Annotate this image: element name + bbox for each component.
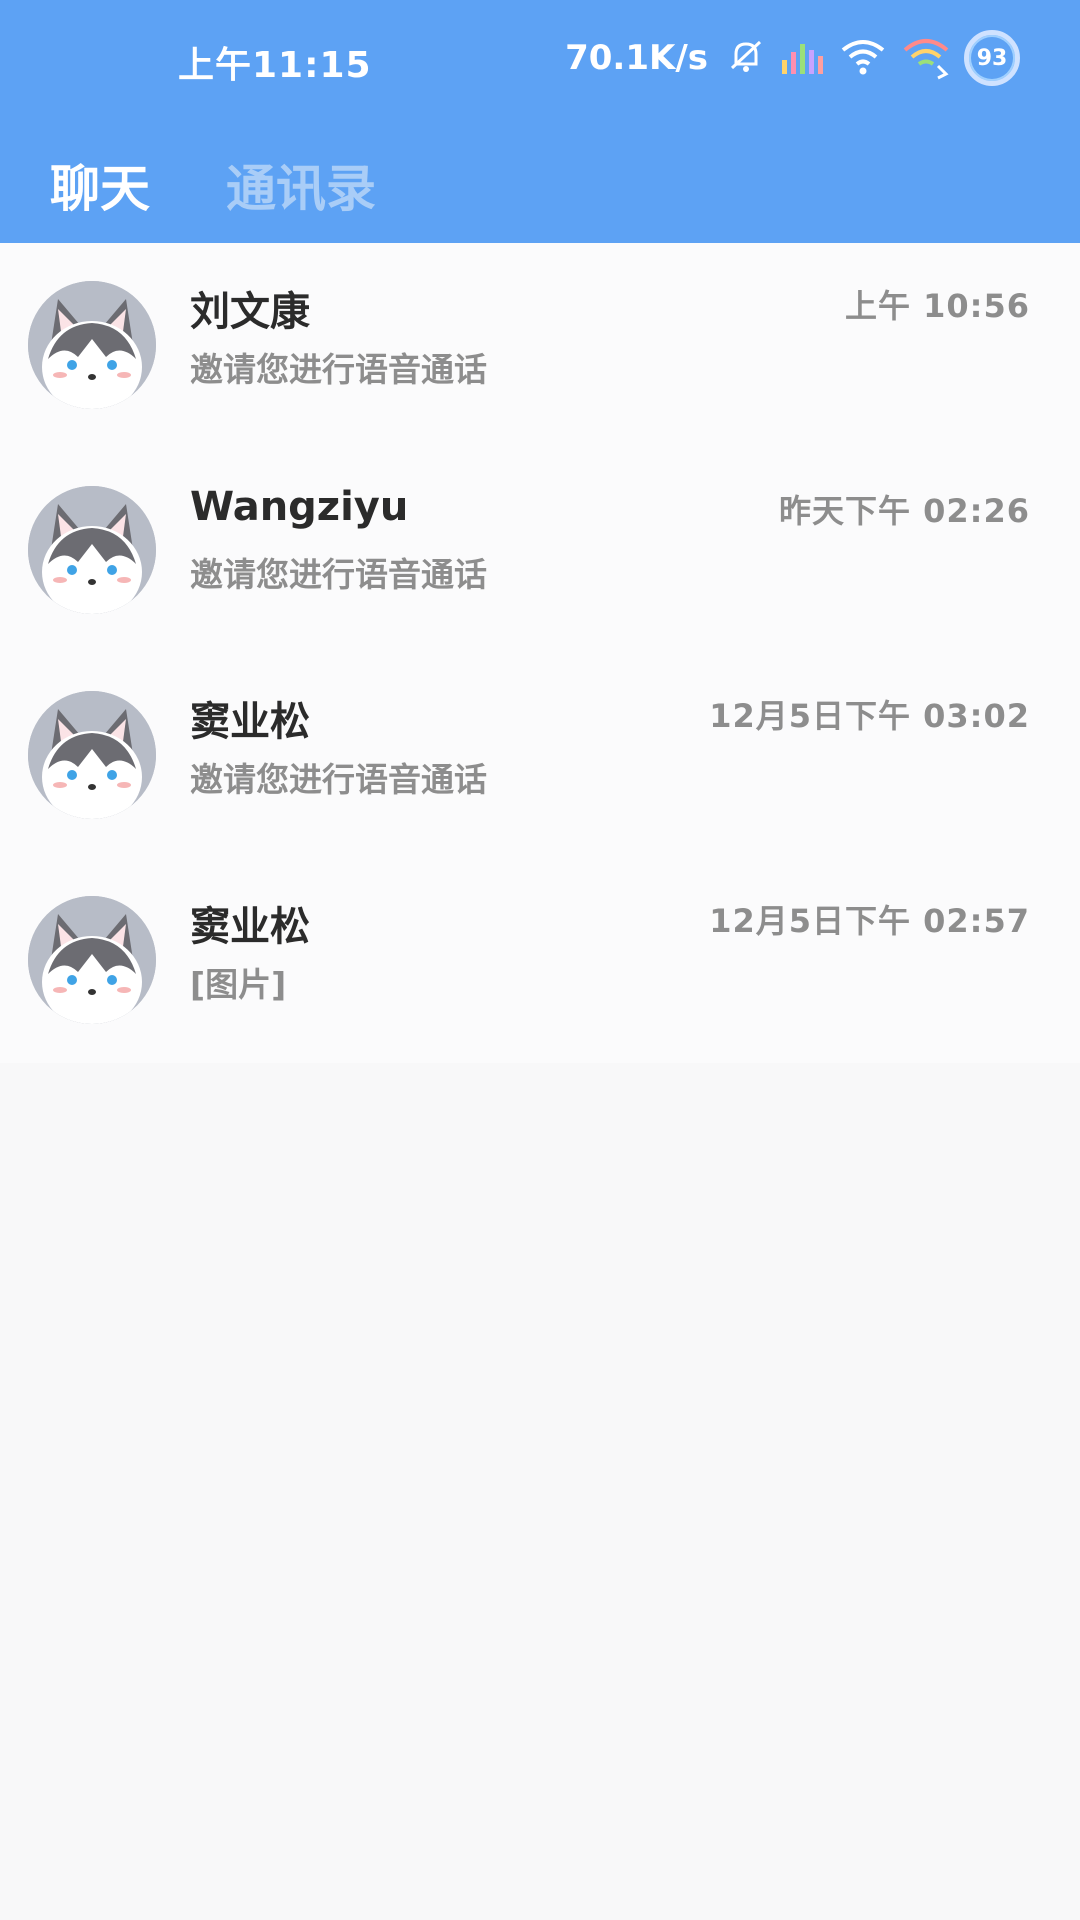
chat-timestamp: 12月5日下午 03:02 (709, 697, 1030, 735)
husky-avatar-icon (28, 281, 156, 409)
husky-avatar-icon (28, 896, 156, 1024)
chat-list-item[interactable]: 窦业松 [图片] 12月5日下午 02:57 (0, 858, 1080, 1063)
chat-timestamp: 上午 10:56 (844, 287, 1030, 325)
husky-avatar-icon (28, 691, 156, 819)
status-bar: 上午11:15 70.1K/s 93 (0, 0, 1080, 118)
chat-message-preview: [图片] (190, 965, 287, 1004)
chat-message-preview: 邀请您进行语音通话 (190, 350, 487, 389)
chat-contact-name: 刘文康 (190, 289, 310, 335)
chat-timestamp: 昨天下午 02:26 (778, 492, 1030, 530)
chat-list-item[interactable]: Wangziyu 邀请您进行语音通话 昨天下午 02:26 (0, 448, 1080, 653)
battery-indicator: 93 (964, 30, 1020, 86)
tab-chat[interactable]: 聊天 (50, 149, 150, 221)
chat-list-item[interactable]: 窦业松 邀请您进行语音通话 12月5日下午 03:02 (0, 653, 1080, 858)
wifi-icon (838, 34, 888, 82)
chat-contact-name: 窦业松 (190, 699, 310, 745)
tab-contacts[interactable]: 通讯录 (226, 149, 376, 221)
wifi-hotspot-icon (900, 32, 952, 84)
mute-bell-icon (724, 34, 768, 82)
husky-avatar-icon (28, 486, 156, 614)
chat-list: 刘文康 邀请您进行语音通话 上午 10:56 Wangziyu 邀请您进行语音通… (0, 243, 1080, 1063)
status-time: 上午11:15 (178, 45, 372, 86)
network-speed: 70.1K/s (565, 38, 708, 78)
tab-bar: 聊天 通讯录 (0, 150, 376, 220)
chat-message-preview: 邀请您进行语音通话 (190, 555, 487, 594)
status-icons: 70.1K/s 93 (565, 28, 1020, 88)
chat-contact-name: 窦业松 (190, 904, 310, 950)
chat-contact-name: Wangziyu (190, 484, 409, 530)
chat-list-item[interactable]: 刘文康 邀请您进行语音通话 上午 10:56 (0, 243, 1080, 448)
chat-timestamp: 12月5日下午 02:57 (709, 902, 1030, 940)
chat-message-preview: 邀请您进行语音通话 (190, 760, 487, 799)
cellular-signal-icon (780, 34, 826, 82)
app-header: 上午11:15 70.1K/s 93 聊天 通讯录 (0, 0, 1080, 243)
